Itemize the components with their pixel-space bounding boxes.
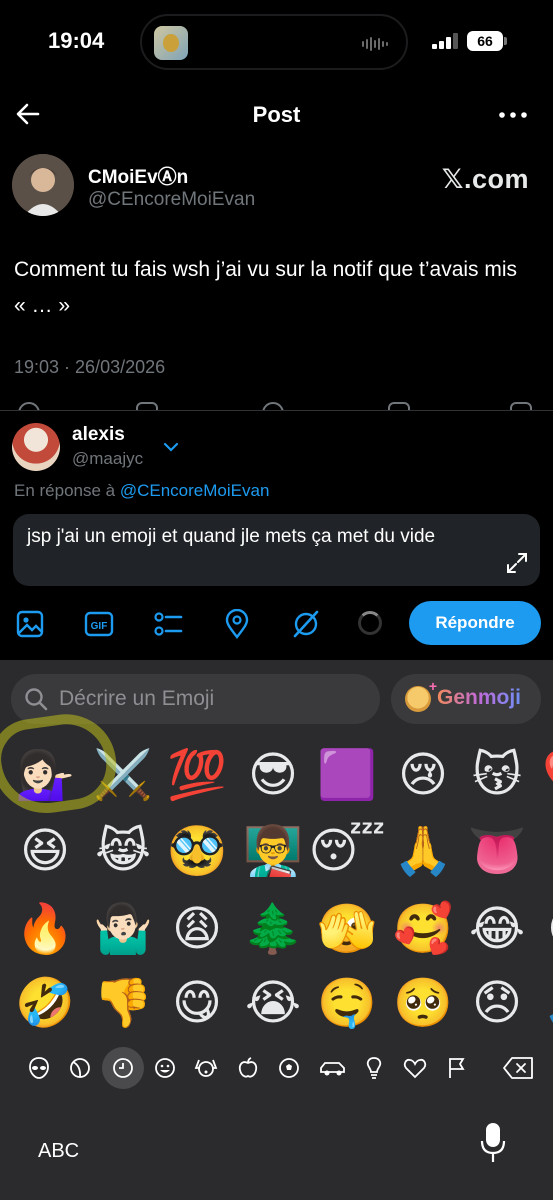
emoji-key[interactable]: 😆 — [10, 816, 80, 886]
emoji-key[interactable]: 😭 — [238, 968, 308, 1038]
delete-key-icon[interactable] — [502, 1056, 534, 1080]
microphone-icon[interactable] — [480, 1122, 506, 1164]
post-timestamp: 19:03 · 26/03/2026 — [14, 357, 166, 377]
emoji-key[interactable]: 👌 — [537, 816, 553, 886]
status-time: 19:04 — [48, 28, 105, 53]
page-title: Post — [252, 102, 301, 127]
emoji-key[interactable]: 👎 — [88, 968, 158, 1038]
emoji-key[interactable]: 🫣 — [312, 894, 382, 964]
moon-icon[interactable] — [68, 1056, 92, 1080]
emoji-key[interactable]: 🌲 — [238, 894, 308, 964]
emoji-key[interactable]: ❤️ — [537, 740, 553, 810]
emoji-key[interactable]: 😍 — [537, 894, 553, 964]
emoji-key[interactable]: 😴 — [309, 816, 386, 886]
source-badge: 𝕏.com — [441, 164, 529, 194]
post-body: Comment tu fais wsh j’ai vu sur la notif… — [14, 258, 518, 317]
reply-draft-text: jsp j'ai un emoji et quand jle mets ça m… — [27, 526, 436, 547]
apple-icon[interactable] — [236, 1056, 260, 1080]
character-count-ring — [358, 611, 382, 635]
flag-icon[interactable] — [445, 1056, 469, 1080]
author-handle[interactable]: @CEncoreMoiEvan — [88, 189, 255, 211]
emoji-key[interactable]: 👅 — [462, 816, 532, 886]
search-icon — [25, 688, 48, 711]
reply-text-input[interactable]: jsp j'ai un emoji et quand jle mets ça m… — [13, 514, 540, 586]
emoji-key[interactable]: 😞 — [462, 968, 532, 1038]
clock-icon[interactable] — [111, 1056, 135, 1080]
gif-icon[interactable]: GIF — [84, 609, 114, 639]
soccer-ball-icon[interactable] — [277, 1056, 301, 1080]
emoji-key[interactable]: 😩 — [162, 894, 232, 964]
reply-submit-button[interactable]: Répondre — [409, 601, 541, 645]
emoji-key[interactable]: 😋 — [162, 968, 232, 1038]
bookmark-icon[interactable] — [388, 402, 410, 410]
smiley-icon[interactable] — [153, 1056, 177, 1080]
author-name[interactable]: CMoiEvⒶn — [88, 162, 188, 189]
poll-icon[interactable] — [153, 609, 183, 639]
image-icon[interactable] — [15, 609, 45, 639]
emoji-category-bar — [0, 1047, 553, 1089]
genmoji-label: Genmoji — [437, 686, 522, 709]
emoji-key[interactable]: 😹 — [88, 816, 158, 886]
genmoji-button[interactable]: Genmoji — [391, 674, 541, 724]
in-reply-mention[interactable]: @CEncoreMoiEvan — [120, 481, 270, 500]
dog-icon[interactable] — [194, 1056, 218, 1080]
like-icon[interactable] — [262, 402, 284, 410]
emoji-key[interactable]: 🟪 — [312, 740, 382, 810]
emoji-keyboard: Décrire un Emoji Genmoji 💁🏻‍♀️⚔️💯😎🟪😢😽❤️ 😆… — [0, 660, 553, 1200]
post-header: Post — [0, 90, 553, 140]
emoji-key[interactable]: 🙏 — [388, 816, 458, 886]
car-icon[interactable] — [318, 1056, 348, 1080]
reply-avatar[interactable] — [12, 423, 60, 471]
emoji-key[interactable]: 😎 — [238, 740, 308, 810]
reply-icon[interactable] — [18, 402, 40, 410]
more-options-icon[interactable] — [499, 112, 527, 118]
abc-key[interactable]: ABC — [38, 1140, 79, 1163]
reply-composer: alexis @maajyc En réponse à @CEncoreMoiE… — [0, 410, 553, 660]
emoji-grid: 💁🏻‍♀️⚔️💯😎🟪😢😽❤️😆😹🥸👨‍🏫😴🙏👅👌🔥🤷🏻‍♂️😩🌲🫣🥰😂😍🤣👎😋😭… — [0, 740, 553, 1040]
battery-indicator: 66 — [467, 31, 507, 51]
cellular-signal-icon — [432, 33, 460, 49]
emoji-key[interactable]: 🙏 — [537, 968, 553, 1038]
post-actions-peek — [0, 400, 553, 410]
emoji-key[interactable]: 🔥 — [10, 894, 80, 964]
emoji-key[interactable]: 😢 — [388, 740, 458, 810]
genmoji-icon — [405, 678, 437, 712]
audio-wave-icon — [362, 36, 388, 52]
dynamic-island[interactable] — [140, 14, 408, 70]
lightbulb-icon[interactable] — [362, 1056, 386, 1080]
emoji-search-placeholder: Décrire un Emoji — [59, 687, 215, 710]
heart-icon[interactable] — [403, 1056, 427, 1080]
emoji-key[interactable]: 😂 — [462, 894, 532, 964]
composer-toolbar: GIF Répondre — [0, 601, 553, 647]
alien-face-icon[interactable] — [27, 1056, 51, 1080]
chevron-down-icon[interactable] — [163, 441, 179, 453]
svg-text:GIF: GIF — [91, 621, 108, 632]
grok-icon[interactable] — [291, 609, 321, 639]
emoji-key[interactable]: 😽 — [462, 740, 532, 810]
repost-icon[interactable] — [136, 402, 158, 410]
in-reply-to: En réponse à @CEncoreMoiEvan — [14, 481, 269, 501]
emoji-key[interactable]: 🥰 — [388, 894, 458, 964]
emoji-search-field[interactable]: Décrire un Emoji — [11, 674, 380, 724]
expand-icon[interactable] — [506, 552, 528, 574]
emoji-key[interactable]: 🤷🏻‍♂️ — [88, 894, 158, 964]
emoji-key[interactable]: ⚔️ — [88, 740, 158, 810]
reply-account-handle: @maajyc — [72, 449, 144, 468]
emoji-key[interactable]: 🥸 — [162, 816, 232, 886]
in-reply-prefix: En réponse à — [14, 481, 120, 500]
author-avatar[interactable] — [12, 154, 74, 216]
emoji-key[interactable]: 🥺 — [388, 968, 458, 1038]
emoji-key[interactable]: 🤣 — [10, 968, 80, 1038]
share-icon[interactable] — [510, 402, 532, 410]
emoji-key[interactable]: 💯 — [162, 740, 232, 810]
status-bar: 19:04 66 — [0, 0, 553, 80]
now-playing-artwork — [154, 26, 188, 60]
reply-account-name: alexis — [72, 424, 125, 445]
emoji-key[interactable]: 💁🏻‍♀️ — [10, 740, 80, 810]
location-icon[interactable] — [222, 609, 252, 639]
emoji-key[interactable]: 🤤 — [312, 968, 382, 1038]
emoji-key[interactable]: 👨‍🏫 — [238, 816, 308, 886]
